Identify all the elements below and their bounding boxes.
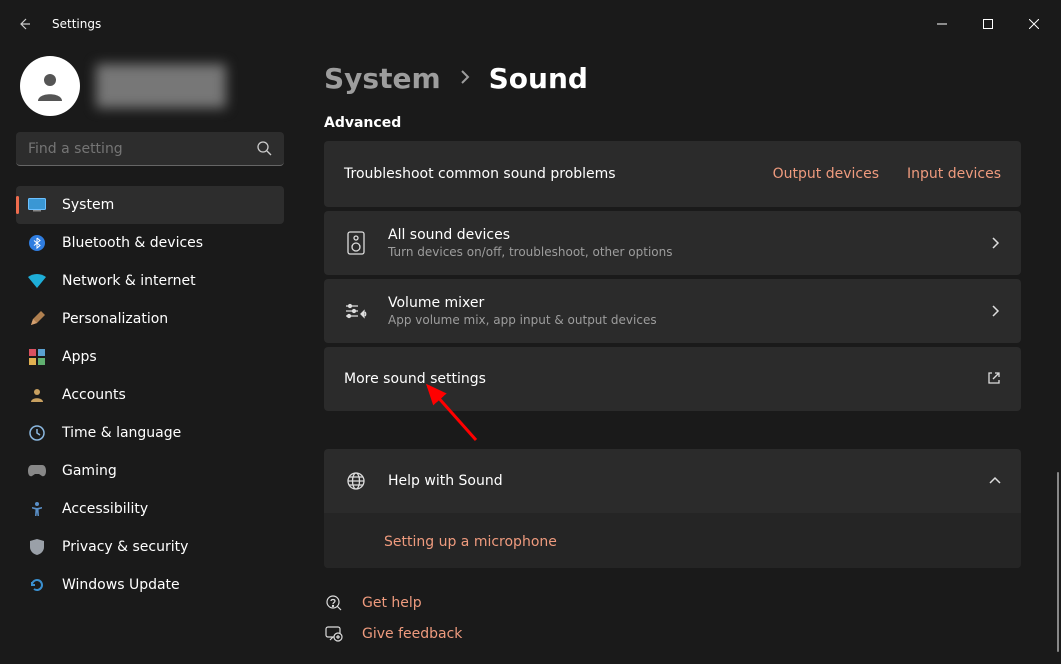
row-title: More sound settings — [344, 371, 975, 387]
speaker-icon — [344, 231, 368, 255]
sidebar: System Bluetooth & devices Network & int… — [0, 48, 300, 664]
time-icon — [28, 424, 46, 442]
help-link-microphone[interactable]: Setting up a microphone — [384, 534, 557, 550]
get-help-row[interactable]: Get help — [324, 594, 1021, 612]
nav-label: Accounts — [62, 387, 126, 403]
nav-label: Apps — [62, 349, 97, 365]
nav-gaming[interactable]: Gaming — [16, 452, 284, 490]
scrollbar-thumb[interactable] — [1057, 472, 1059, 652]
nav-label: Time & language — [62, 425, 181, 441]
row-title: All sound devices — [388, 227, 977, 243]
chevron-right-icon — [457, 69, 473, 89]
personalization-icon — [28, 310, 46, 328]
nav-label: System — [62, 197, 114, 213]
search-icon — [256, 140, 272, 160]
close-icon — [1029, 19, 1039, 29]
nav-label: Bluetooth & devices — [62, 235, 203, 251]
troubleshoot-card: Troubleshoot common sound problems Outpu… — [324, 141, 1021, 207]
arrow-left-icon — [16, 16, 32, 32]
nav-personalization[interactable]: Personalization — [16, 300, 284, 338]
maximize-button[interactable] — [965, 8, 1011, 40]
accessibility-icon — [28, 500, 46, 518]
feedback-icon — [324, 626, 344, 642]
mixer-icon — [344, 302, 368, 320]
nav-system[interactable]: System — [16, 186, 284, 224]
nav-list: System Bluetooth & devices Network & int… — [16, 186, 284, 604]
help-title: Help with Sound — [388, 473, 977, 489]
nav-update[interactable]: Windows Update — [16, 566, 284, 604]
nav-network[interactable]: Network & internet — [16, 262, 284, 300]
apps-icon — [28, 348, 46, 366]
search-box[interactable] — [16, 132, 284, 166]
row-subtitle: App volume mix, app input & output devic… — [388, 313, 977, 327]
nav-accounts[interactable]: Accounts — [16, 376, 284, 414]
network-icon — [28, 272, 46, 290]
give-feedback-link[interactable]: Give feedback — [362, 626, 462, 642]
update-icon — [28, 576, 46, 594]
nav-label: Accessibility — [62, 501, 148, 517]
accounts-icon — [28, 386, 46, 404]
chevron-right-icon — [989, 302, 1001, 321]
globe-icon — [344, 471, 368, 491]
minimize-button[interactable] — [919, 8, 965, 40]
nav-bluetooth[interactable]: Bluetooth & devices — [16, 224, 284, 262]
nav-label: Privacy & security — [62, 539, 188, 555]
privacy-icon — [28, 538, 46, 556]
title-bar: Settings — [0, 0, 1061, 48]
nav-apps[interactable]: Apps — [16, 338, 284, 376]
volume-mixer-row[interactable]: Volume mixer App volume mix, app input &… — [324, 279, 1021, 343]
row-subtitle: Turn devices on/off, troubleshoot, other… — [388, 245, 977, 259]
minimize-icon — [937, 19, 947, 29]
open-external-icon — [987, 370, 1001, 389]
troubleshoot-title: Troubleshoot common sound problems — [344, 166, 773, 182]
all-sound-devices-row[interactable]: All sound devices Turn devices on/off, t… — [324, 211, 1021, 275]
input-devices-link[interactable]: Input devices — [907, 166, 1001, 182]
user-name-redacted — [96, 64, 226, 108]
system-icon — [28, 196, 46, 214]
nav-label: Gaming — [62, 463, 117, 479]
output-devices-link[interactable]: Output devices — [773, 166, 879, 182]
nav-label: Windows Update — [62, 577, 180, 593]
user-profile[interactable] — [20, 56, 284, 116]
row-title: Volume mixer — [388, 295, 977, 311]
footer-links: Get help Give feedback — [324, 594, 1021, 642]
bluetooth-icon — [28, 234, 46, 252]
chevron-up-icon — [989, 472, 1001, 491]
nav-accessibility[interactable]: Accessibility — [16, 490, 284, 528]
back-button[interactable] — [4, 4, 44, 44]
breadcrumb-current: Sound — [489, 62, 588, 95]
help-expanded: Setting up a microphone — [324, 513, 1021, 568]
nav-time[interactable]: Time & language — [16, 414, 284, 452]
nav-label: Network & internet — [62, 273, 196, 289]
search-input[interactable] — [16, 132, 284, 166]
help-icon — [324, 594, 344, 612]
give-feedback-row[interactable]: Give feedback — [324, 626, 1021, 642]
more-sound-settings-row[interactable]: More sound settings — [324, 347, 1021, 411]
gaming-icon — [28, 462, 46, 480]
person-icon — [32, 68, 68, 104]
help-header-row[interactable]: Help with Sound — [324, 449, 1021, 513]
avatar — [20, 56, 80, 116]
content-area: System Sound Advanced Troubleshoot commo… — [300, 48, 1061, 664]
close-button[interactable] — [1011, 8, 1057, 40]
nav-label: Personalization — [62, 311, 168, 327]
help-card: Help with Sound Setting up a microphone — [324, 449, 1021, 568]
window-controls — [919, 8, 1057, 40]
get-help-link[interactable]: Get help — [362, 595, 422, 611]
maximize-icon — [983, 19, 993, 29]
section-heading: Advanced — [324, 115, 1021, 131]
window-title: Settings — [52, 17, 101, 31]
breadcrumb: System Sound — [324, 62, 1021, 95]
chevron-right-icon — [989, 234, 1001, 253]
nav-privacy[interactable]: Privacy & security — [16, 528, 284, 566]
breadcrumb-parent[interactable]: System — [324, 62, 441, 95]
